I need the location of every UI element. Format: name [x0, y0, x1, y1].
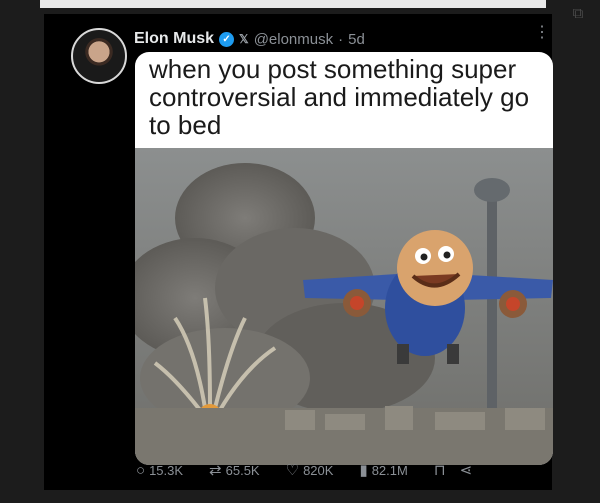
- repost-icon: ⇄: [209, 462, 222, 479]
- verified-badge-icon: ✓: [219, 31, 235, 47]
- bookmark-icon[interactable]: ⊓: [434, 461, 446, 479]
- author-name[interactable]: Elon Musk: [134, 30, 214, 48]
- heart-icon: ♡: [285, 462, 300, 479]
- reply-count: 15.3K: [149, 462, 184, 478]
- repost-button[interactable]: ⇄ 65.5K: [209, 461, 260, 479]
- tweet-media[interactable]: when you post something super controvers…: [135, 52, 553, 465]
- views-chart-icon: ▮: [359, 462, 368, 479]
- meme-caption: when you post something super controvers…: [149, 54, 530, 140]
- x-logo-icon: 𝕏: [239, 32, 249, 46]
- reply-button[interactable]: ○ 15.3K: [136, 462, 183, 479]
- tweet-header: Elon Musk ✓ 𝕏 @elonmusk · 5d: [134, 29, 365, 49]
- tweet-actions: ○ 15.3K ⇄ 65.5K ♡ 820K ▮ 82.1M ⊓ ⋖: [136, 459, 546, 481]
- meme-image: [135, 148, 553, 465]
- like-count: 820K: [303, 462, 334, 478]
- avatar[interactable]: [71, 28, 127, 84]
- repost-count: 65.5K: [225, 462, 260, 478]
- more-options-icon[interactable]: ⋮: [534, 22, 550, 44]
- tweet-card[interactable]: Elon Musk ✓ 𝕏 @elonmusk · 5d ⋮ when you …: [44, 14, 553, 490]
- top-edge-strip: [40, 0, 546, 8]
- like-button[interactable]: ♡ 820K: [286, 461, 334, 479]
- timestamp[interactable]: 5d: [348, 31, 365, 48]
- share-icon[interactable]: ⋖: [460, 461, 473, 479]
- reply-icon: ○: [136, 461, 146, 479]
- separator-dot: ·: [338, 30, 344, 48]
- views-count: 82.1M: [371, 462, 408, 478]
- corner-app-icon: ⧉: [572, 5, 584, 22]
- views-button[interactable]: ▮ 82.1M: [359, 461, 407, 479]
- author-handle[interactable]: @elonmusk: [254, 31, 333, 48]
